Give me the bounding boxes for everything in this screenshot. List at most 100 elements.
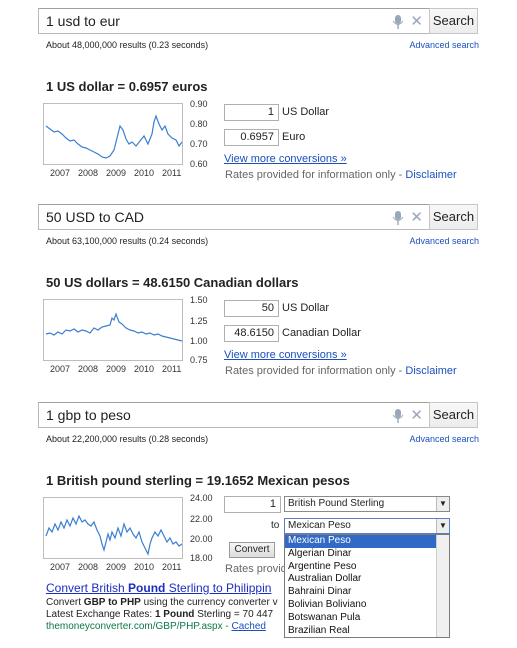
result-url: themoneyconverter.com/GBP/PHP.aspx - Cac… bbox=[46, 621, 266, 632]
result-title-text: Convert British bbox=[46, 581, 129, 595]
to-currency-select[interactable]: Mexican Peso ▼ bbox=[284, 518, 450, 534]
conversion-headline: 50 US dollars = 48.6150 Canadian dollars bbox=[46, 275, 299, 290]
search-button[interactable]: Search bbox=[429, 8, 478, 34]
chart-line bbox=[45, 114, 183, 159]
snippet-text: using the currency converter v bbox=[140, 597, 278, 608]
search-input[interactable]: 1 gbp to peso ✕ bbox=[38, 402, 430, 428]
amount-from-input[interactable]: 1 bbox=[224, 104, 279, 121]
x-tick-label: 2010 bbox=[134, 168, 155, 178]
exchange-rate-chart bbox=[43, 497, 183, 559]
disclaimer-link[interactable]: Disclaimer bbox=[405, 365, 456, 377]
snippet-text: Sterling = 70 447 bbox=[194, 609, 274, 620]
cached-link[interactable]: Cached bbox=[231, 621, 265, 632]
rates-note-text: Rates provided for information only - bbox=[225, 169, 406, 181]
unit-from-label: US Dollar bbox=[282, 302, 330, 314]
dropdown-option[interactable]: Australian Dollar bbox=[285, 573, 449, 586]
x-tick-label: 2008 bbox=[78, 168, 99, 178]
microphone-icon[interactable] bbox=[391, 14, 405, 30]
dropdown-scrollbar[interactable] bbox=[436, 535, 449, 637]
x-tick-label: 2009 bbox=[106, 364, 127, 374]
y-tick-label: 18.00 bbox=[190, 553, 213, 563]
y-tick-label: 0.80 bbox=[190, 119, 208, 129]
y-tick-label: 1.25 bbox=[190, 316, 208, 326]
amount-to-input[interactable]: 0.6957 bbox=[224, 129, 279, 146]
unit-to-label: Euro bbox=[282, 131, 306, 143]
x-tick-label: 2008 bbox=[78, 562, 99, 572]
snippet-text: Convert bbox=[46, 597, 84, 608]
chevron-down-icon[interactable]: ▼ bbox=[436, 519, 449, 533]
dropdown-option[interactable]: Bolivian Boliviano bbox=[285, 599, 449, 612]
dropdown-option[interactable]: Bahraini Dinar bbox=[285, 586, 449, 599]
from-currency-select[interactable]: British Pound Sterling ▼ bbox=[284, 496, 450, 512]
amount-from-input[interactable]: 50 bbox=[224, 300, 279, 317]
from-currency-value: British Pound Sterling bbox=[288, 498, 385, 509]
clear-icon[interactable]: ✕ bbox=[410, 406, 423, 424]
disclaimer-link[interactable]: Disclaimer bbox=[405, 169, 456, 181]
x-tick-label: 2010 bbox=[134, 364, 155, 374]
y-tick-label: 0.70 bbox=[190, 139, 208, 149]
to-currency-value: Mexican Peso bbox=[288, 520, 351, 531]
y-tick-label: 22.00 bbox=[190, 514, 213, 524]
amount-to-input[interactable]: 48.6150 bbox=[224, 325, 279, 342]
result-stats: About 22,200,000 results (0.28 seconds) bbox=[46, 434, 209, 444]
view-more-conversions-link[interactable]: View more conversions » bbox=[224, 349, 347, 361]
dropdown-option[interactable]: Botswanan Pula bbox=[285, 612, 449, 625]
result-title-text: Sterling to Philippin bbox=[165, 581, 272, 595]
y-tick-label: 0.75 bbox=[190, 355, 208, 365]
unit-to-label: Canadian Dollar bbox=[282, 327, 361, 339]
chart-line bbox=[45, 514, 183, 556]
x-tick-label: 2011 bbox=[162, 168, 182, 178]
search-button[interactable]: Search bbox=[429, 204, 478, 230]
snippet-bold: GBP to PHP bbox=[83, 597, 141, 608]
exchange-rate-chart bbox=[43, 299, 183, 361]
dropdown-option[interactable]: Brazilian Real bbox=[285, 625, 449, 637]
unit-from-label: US Dollar bbox=[282, 106, 330, 118]
rates-note: Rates provided for information only - Di… bbox=[225, 365, 457, 377]
conversion-headline: 1 US dollar = 0.6957 euros bbox=[46, 79, 208, 94]
amount-from-input[interactable]: 1 bbox=[224, 496, 281, 513]
advanced-search-link[interactable]: Advanced search bbox=[409, 236, 479, 246]
dropdown-option[interactable]: Algerian Dinar bbox=[285, 548, 449, 561]
x-tick-label: 2007 bbox=[50, 562, 71, 572]
rates-note: Rates provid bbox=[225, 563, 287, 575]
chart-line bbox=[45, 312, 183, 342]
result-stats: About 63,100,000 results (0.24 seconds) bbox=[46, 236, 209, 246]
currency-dropdown-list[interactable]: Mexican Peso Algerian Dinar Argentine Pe… bbox=[284, 534, 450, 638]
to-label: to bbox=[271, 520, 280, 531]
clear-icon[interactable]: ✕ bbox=[410, 208, 423, 226]
conversion-headline: 1 British pound sterling = 19.1652 Mexic… bbox=[46, 473, 350, 488]
microphone-icon[interactable] bbox=[391, 210, 405, 226]
search-input[interactable]: 50 USD to CAD ✕ bbox=[38, 204, 430, 230]
search-button[interactable]: Search bbox=[429, 402, 478, 428]
result-snippet-line: Latest Exchange Rates: 1 Pound Sterling … bbox=[46, 609, 273, 620]
chevron-down-icon[interactable]: ▼ bbox=[436, 497, 449, 511]
snippet-bold: 1 Pound bbox=[154, 609, 195, 620]
result-snippet-line: Convert GBP to PHP using the currency co… bbox=[46, 597, 278, 608]
result-title-link[interactable]: Convert British Pound Sterling to Philip… bbox=[46, 581, 271, 595]
x-tick-label: 2009 bbox=[106, 168, 127, 178]
rates-note-text: Rates provided for information only - bbox=[225, 365, 406, 377]
y-tick-label: 0.90 bbox=[190, 99, 208, 109]
search-query[interactable]: 50 USD to CAD bbox=[46, 209, 144, 225]
y-tick-label: 0.60 bbox=[190, 159, 208, 169]
x-tick-label: 2009 bbox=[106, 562, 127, 572]
y-tick-label: 1.00 bbox=[190, 336, 208, 346]
dropdown-option[interactable]: Mexican Peso bbox=[285, 535, 449, 548]
x-tick-label: 2008 bbox=[78, 364, 99, 374]
rates-note: Rates provided for information only - Di… bbox=[225, 169, 457, 181]
search-query[interactable]: 1 gbp to peso bbox=[46, 407, 131, 423]
clear-icon[interactable]: ✕ bbox=[410, 12, 423, 30]
microphone-icon[interactable] bbox=[391, 408, 405, 424]
exchange-rate-chart bbox=[43, 103, 183, 165]
view-more-conversions-link[interactable]: View more conversions » bbox=[224, 153, 347, 165]
advanced-search-link[interactable]: Advanced search bbox=[409, 40, 479, 50]
dropdown-option[interactable]: Argentine Peso bbox=[285, 561, 449, 574]
search-query[interactable]: 1 usd to eur bbox=[46, 13, 120, 29]
y-tick-label: 1.50 bbox=[190, 295, 208, 305]
search-input[interactable]: 1 usd to eur ✕ bbox=[38, 8, 430, 34]
result-title-bold: Pound bbox=[128, 581, 166, 595]
convert-button[interactable]: Convert bbox=[229, 542, 275, 558]
x-tick-label: 2011 bbox=[162, 364, 182, 374]
x-tick-label: 2011 bbox=[162, 562, 182, 572]
advanced-search-link[interactable]: Advanced search bbox=[409, 434, 479, 444]
